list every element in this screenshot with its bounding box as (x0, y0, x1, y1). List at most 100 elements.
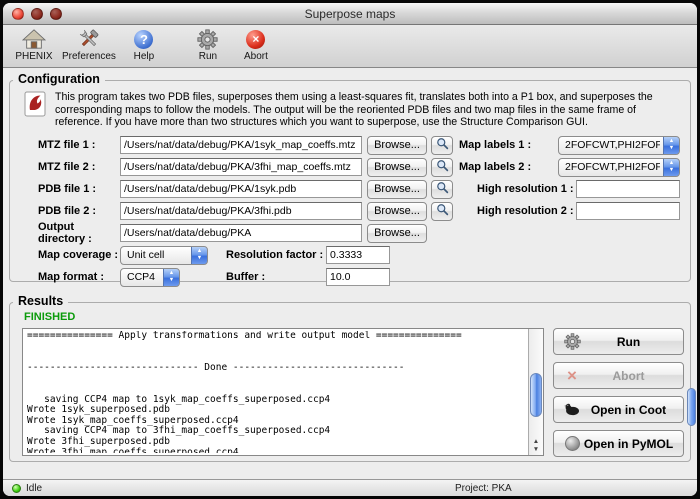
open-in-pymol-button-label: Open in PyMOL (582, 437, 675, 451)
abort-button[interactable]: × Abort (553, 362, 684, 389)
open-in-coot-button[interactable]: Open in Coot (553, 396, 684, 423)
mtz-file-2-inspect-button[interactable] (431, 158, 453, 177)
map-labels-2-select[interactable]: 2FOFCWT,PHI2FOF... ▲▼ (558, 158, 680, 177)
high-resolution-2-block: High resolution 2 : (477, 202, 680, 220)
title-bar[interactable]: Superpose maps (3, 3, 697, 25)
results-group: Results FINISHED =============== Apply t… (9, 302, 691, 462)
status-led-icon (12, 484, 21, 493)
toolbar-abort-button[interactable]: × Abort (233, 27, 279, 62)
pymol-icon (562, 436, 582, 451)
map-coverage-select[interactable]: Unit cell ▲▼ (120, 246, 208, 265)
buffer-label: Buffer : (226, 271, 326, 283)
log-scrollbar[interactable]: ▲ ▼ (528, 329, 543, 455)
pdb-file-2-row: PDB file 2 : Browse... High resolution 2… (14, 200, 686, 222)
run-button[interactable]: Run (553, 328, 684, 355)
toolbar-abort-label: Abort (244, 51, 268, 62)
high-resolution-1-label: High resolution 1 : (477, 183, 576, 195)
toolbar-run-button[interactable]: Run (185, 27, 231, 62)
resolution-factor-label: Resolution factor : (226, 249, 326, 261)
toolbar-preferences-label: Preferences (62, 51, 116, 62)
output-directory-row: Output directory : Browse... (14, 222, 686, 244)
tools-icon (78, 27, 100, 51)
gear-icon (197, 27, 218, 51)
results-section-title: Results (13, 294, 68, 308)
pdb-file-2-input[interactable] (120, 202, 362, 220)
minimize-button[interactable] (31, 8, 43, 20)
log-output-text: =============== Apply transformations an… (27, 331, 525, 453)
log-output-area[interactable]: =============== Apply transformations an… (22, 328, 544, 456)
buffer-input[interactable] (326, 268, 390, 286)
zoom-button[interactable] (50, 8, 62, 20)
window-title: Superpose maps (305, 7, 396, 21)
pdb-file-1-input[interactable] (120, 180, 362, 198)
pdb-file-1-browse-button[interactable]: Browse... (367, 180, 427, 199)
scroll-up-icon[interactable]: ▲ (533, 438, 539, 446)
chevron-updown-icon: ▲▼ (191, 246, 208, 265)
toolbar: PHENIX Preferences ? (3, 25, 697, 68)
magnifier-icon (436, 159, 449, 175)
window-controls (12, 8, 62, 20)
map-labels-2-label: Map labels 2 : (459, 161, 558, 173)
high-resolution-1-input[interactable] (576, 180, 680, 198)
phenix-program-icon (24, 91, 46, 122)
pdb-file-2-label: PDB file 2 : (38, 205, 120, 217)
toolbar-phenix-button[interactable]: PHENIX (11, 27, 57, 62)
toolbar-run-label: Run (199, 51, 217, 62)
configuration-group: Configuration This program takes two PDB… (9, 80, 691, 282)
magnifier-icon (436, 181, 449, 197)
mtz-file-1-browse-button[interactable]: Browse... (367, 136, 427, 155)
map-coverage-value: Unit cell (127, 249, 164, 261)
toolbar-help-button[interactable]: ? Help (121, 27, 167, 62)
coot-bird-icon (562, 403, 582, 417)
mtz-file-1-input[interactable] (120, 136, 362, 154)
mtz-file-1-inspect-button[interactable] (431, 136, 453, 155)
mtz-file-2-row: MTZ file 2 : Browse... Map labels 2 : 2F… (14, 156, 686, 178)
map-labels-1-value: 2FOFCWT,PHI2FOF... (565, 139, 660, 151)
main-panel: Configuration This program takes two PDB… (3, 68, 697, 479)
chevron-updown-icon: ▲▼ (663, 136, 680, 155)
pdb-file-1-inspect-button[interactable] (431, 180, 453, 199)
toolbar-phenix-label: PHENIX (15, 51, 52, 62)
open-in-pymol-button[interactable]: Open in PyMOL (553, 430, 684, 457)
chevron-updown-icon: ▲▼ (163, 268, 180, 287)
magnifier-icon (436, 203, 449, 219)
app-window: Superpose maps PHENIX (3, 3, 697, 496)
scroll-down-icon[interactable]: ▼ (533, 446, 539, 454)
map-labels-1-block: Map labels 1 : 2FOFCWT,PHI2FOF... ▲▼ (459, 136, 680, 155)
abort-button-label: Abort (582, 369, 675, 383)
project-label: Project: PKA (455, 483, 512, 494)
open-in-coot-button-label: Open in Coot (582, 403, 675, 417)
mtz-file-2-browse-button[interactable]: Browse... (367, 158, 427, 177)
map-labels-1-select[interactable]: 2FOFCWT,PHI2FOF... ▲▼ (558, 136, 680, 155)
output-directory-label: Output directory : (38, 221, 120, 245)
mtz-file-1-row: MTZ file 1 : Browse... Map labels 1 : 2F… (14, 134, 686, 156)
map-format-label: Map format : (38, 271, 120, 283)
toolbar-preferences-button[interactable]: Preferences (59, 27, 119, 62)
status-text: Idle (26, 483, 42, 494)
program-description-text: This program takes two PDB files, superp… (55, 91, 655, 129)
toolbar-help-label: Help (134, 51, 155, 62)
mtz-file-1-label: MTZ file 1 : (38, 139, 120, 151)
close-button[interactable] (12, 8, 24, 20)
help-icon: ? (134, 27, 153, 51)
action-buttons: Run × Abort O (553, 328, 684, 457)
configuration-section-title: Configuration (13, 72, 105, 86)
map-labels-1-label: Map labels 1 : (459, 139, 558, 151)
log-scrollbar-thumb[interactable] (530, 373, 542, 417)
log-scrollbar-arrows[interactable]: ▲ ▼ (529, 438, 543, 453)
panel-scrollbar-thumb[interactable] (687, 388, 696, 426)
mtz-file-2-input[interactable] (120, 158, 362, 176)
pdb-file-2-browse-button[interactable]: Browse... (367, 202, 427, 221)
map-format-select[interactable]: CCP4 ▲▼ (120, 268, 180, 287)
pdb-file-2-inspect-button[interactable] (431, 202, 453, 221)
output-directory-browse-button[interactable]: Browse... (367, 224, 427, 243)
high-resolution-2-input[interactable] (576, 202, 680, 220)
pdb-file-1-row: PDB file 1 : Browse... High resolution 1… (14, 178, 686, 200)
program-description: This program takes two PDB files, superp… (14, 89, 686, 134)
output-directory-input[interactable] (120, 224, 362, 242)
home-icon (22, 27, 46, 51)
map-labels-2-block: Map labels 2 : 2FOFCWT,PHI2FOF... ▲▼ (459, 158, 680, 177)
map-format-row: Map format : CCP4 ▲▼ Buffer : (14, 266, 686, 288)
mtz-file-2-label: MTZ file 2 : (38, 161, 120, 173)
resolution-factor-input[interactable] (326, 246, 390, 264)
